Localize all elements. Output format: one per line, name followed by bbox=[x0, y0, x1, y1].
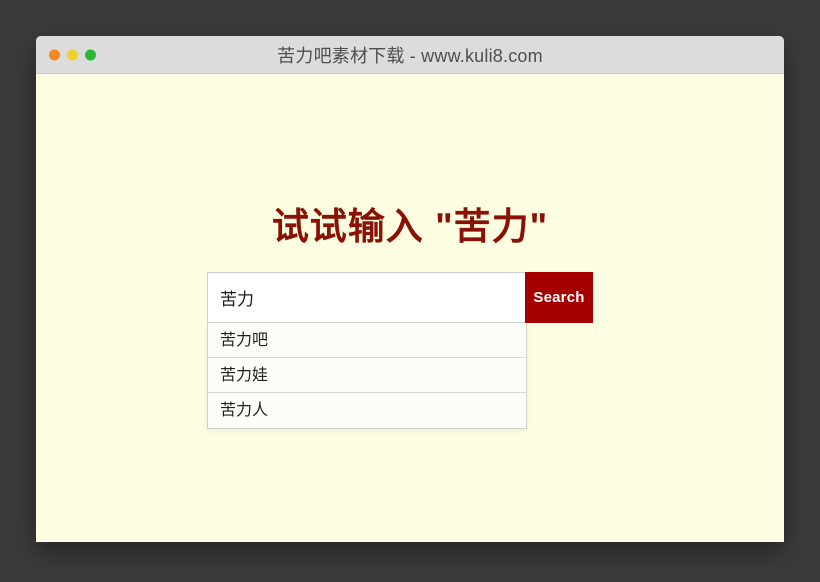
page-content: 试试输入 "苦力" Search 苦力吧 苦力娃 苦力人 bbox=[36, 74, 784, 542]
search-area: Search 苦力吧 苦力娃 苦力人 bbox=[207, 272, 593, 429]
suggestion-item[interactable]: 苦力人 bbox=[208, 393, 526, 428]
search-input[interactable] bbox=[207, 272, 525, 323]
close-window-button[interactable] bbox=[49, 49, 60, 60]
search-button[interactable]: Search bbox=[525, 272, 593, 323]
browser-window: 苦力吧素材下载 - www.kuli8.com 试试输入 "苦力" Search… bbox=[36, 36, 784, 542]
suggestion-item[interactable]: 苦力娃 bbox=[208, 358, 526, 393]
window-title: 苦力吧素材下载 - www.kuli8.com bbox=[277, 45, 543, 66]
minimize-window-button[interactable] bbox=[67, 49, 78, 60]
maximize-window-button[interactable] bbox=[85, 49, 96, 60]
window-title-bar: 苦力吧素材下载 - www.kuli8.com bbox=[36, 36, 784, 74]
suggestion-item[interactable]: 苦力吧 bbox=[208, 323, 526, 358]
window-controls[interactable] bbox=[49, 49, 96, 60]
page-headline: 试试输入 "苦力" bbox=[271, 206, 549, 247]
desktop-background: 苦力吧素材下载 - www.kuli8.com 试试输入 "苦力" Search… bbox=[0, 0, 820, 582]
search-suggestions-dropdown: 苦力吧 苦力娃 苦力人 bbox=[207, 323, 527, 429]
search-bar: Search bbox=[207, 272, 593, 323]
